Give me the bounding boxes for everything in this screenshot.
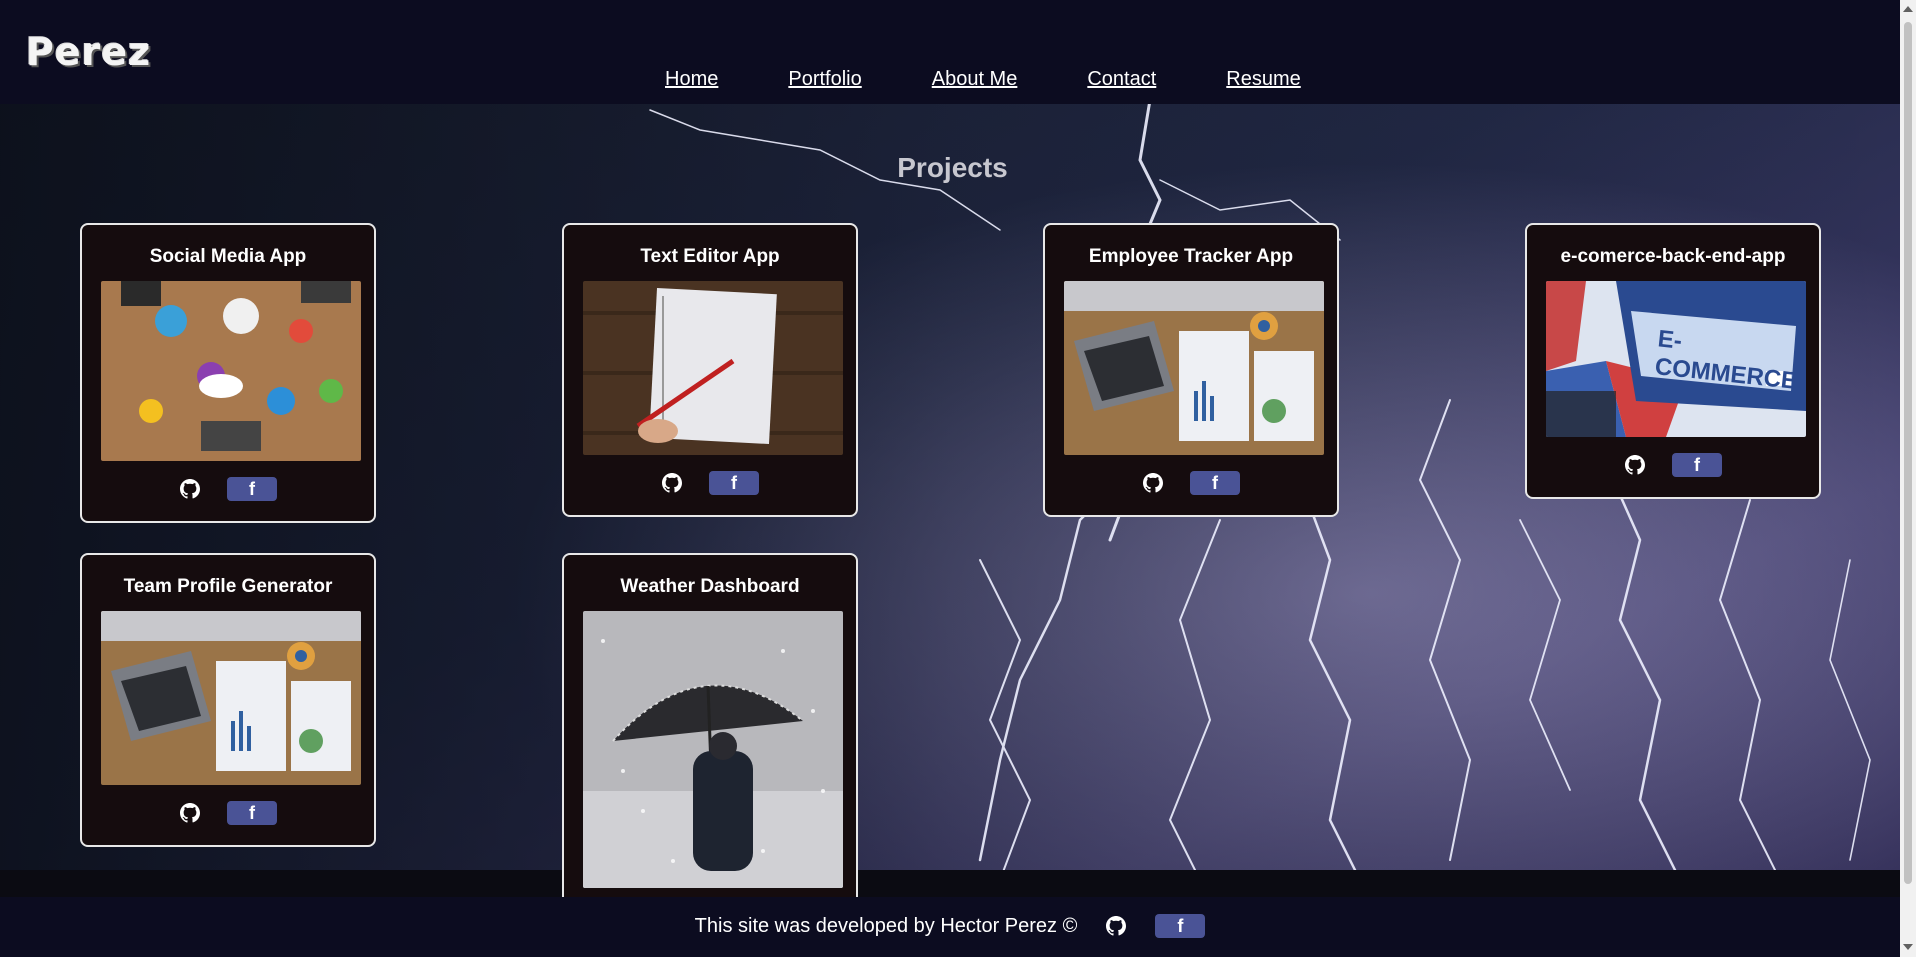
project-card-text-editor: Text Editor App f (562, 223, 858, 517)
project-card-team-profile: Team Profile Generator f (80, 553, 376, 847)
person-with-umbrella-snow-photo (583, 611, 843, 888)
laptop-charts-desk-photo (1064, 281, 1324, 455)
project-title: Team Profile Generator (123, 576, 333, 597)
footer-credit: This site was developed by Hector Perez … (694, 914, 1078, 937)
project-title: Social Media App (149, 246, 307, 267)
github-icon[interactable] (1142, 472, 1164, 494)
notebook-and-pen-photo (583, 281, 843, 455)
scroll-down-arrow-icon[interactable] (1903, 944, 1913, 950)
facebook-button[interactable]: f (1155, 914, 1206, 938)
facebook-button[interactable]: f (227, 477, 277, 501)
nav-about-me-link[interactable]: About Me (932, 68, 1018, 91)
nav-home-link[interactable]: Home (665, 68, 718, 91)
e-commerce-binder-photo: E-COMMERCE (1546, 281, 1806, 437)
site-logo[interactable]: Perez (26, 30, 151, 74)
project-title: e-comerce-back-end-app (1560, 246, 1786, 267)
facebook-button[interactable]: f (1190, 471, 1240, 495)
nav-resume-link[interactable]: Resume (1226, 68, 1300, 91)
github-icon[interactable] (179, 802, 201, 824)
github-icon[interactable] (179, 478, 201, 500)
github-icon[interactable] (1105, 915, 1127, 937)
project-card-employee-tracker: Employee Tracker App f (1043, 223, 1339, 517)
project-card-weather-dashboard: Weather Dashboard (562, 553, 858, 897)
facebook-button[interactable]: f (227, 801, 277, 825)
project-card-e-commerce: e-comerce-back-end-app E-COMMERCE f (1525, 223, 1821, 499)
scroll-up-arrow-icon[interactable] (1903, 6, 1913, 12)
project-title: Employee Tracker App (1088, 246, 1294, 267)
github-icon[interactable] (1624, 454, 1646, 476)
project-title: Weather Dashboard (620, 576, 800, 597)
social-media-tabletop-photo (101, 281, 361, 461)
vertical-scrollbar[interactable] (1900, 0, 1916, 957)
github-icon[interactable] (661, 472, 683, 494)
nav-contact-link[interactable]: Contact (1087, 68, 1156, 91)
site-footer: This site was developed by Hector Perez … (0, 897, 1900, 957)
facebook-button[interactable]: f (709, 471, 759, 495)
facebook-button[interactable]: f (1672, 453, 1722, 477)
scrollbar-thumb[interactable] (1904, 22, 1912, 884)
page-title: Projects (897, 152, 1008, 183)
project-card-social-media: Social Media App f (80, 223, 376, 523)
laptop-charts-desk-photo (101, 611, 361, 785)
nav-portfolio-link[interactable]: Portfolio (788, 68, 861, 91)
project-title: Text Editor App (640, 246, 780, 267)
main-nav: Home Portfolio About Me Contact Resume (665, 68, 1301, 91)
site-header: Perez Home Portfolio About Me Contact Re… (0, 0, 1900, 104)
